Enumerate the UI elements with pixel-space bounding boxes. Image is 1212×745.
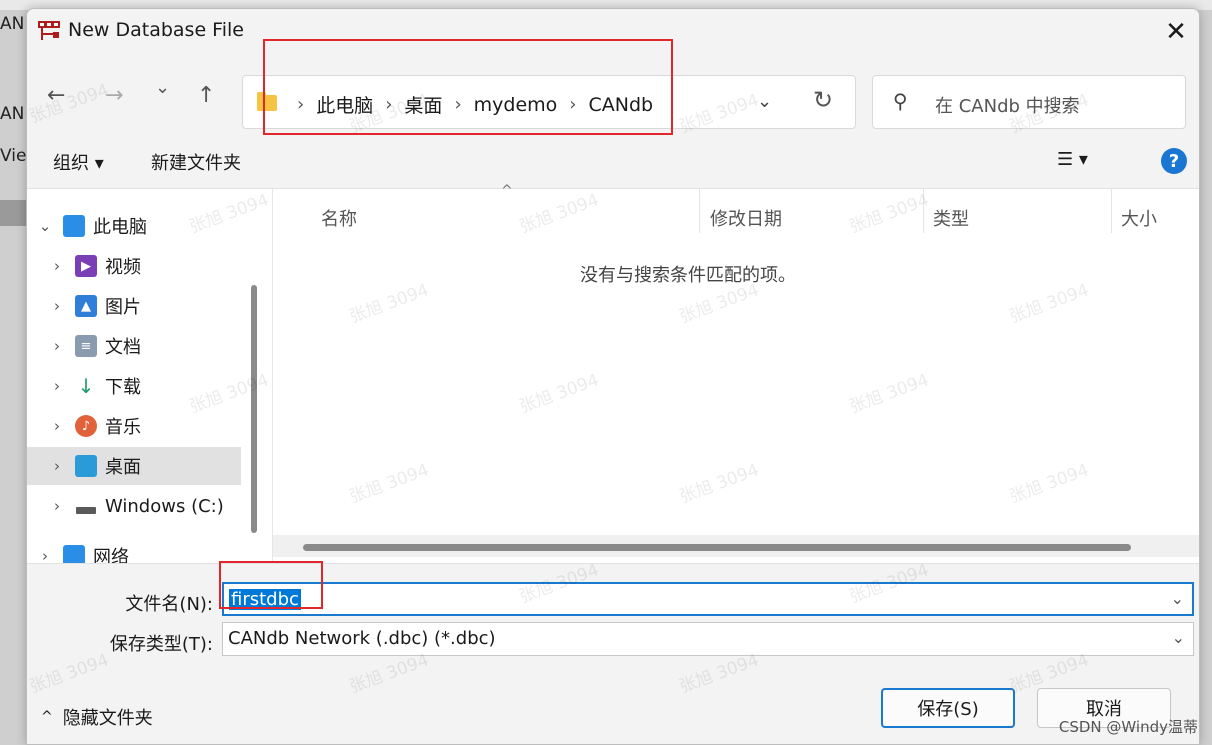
background-text: AN	[0, 14, 25, 34]
help-icon[interactable]: ?	[1161, 148, 1187, 174]
chevron-right-icon[interactable]: ›	[49, 497, 65, 515]
breadcrumb-item-desktop[interactable]: 桌面	[404, 91, 442, 118]
background-text: Vie	[0, 146, 27, 166]
dialog-title: New Database File	[68, 19, 244, 41]
address-dropdown-icon[interactable]: ⌄	[757, 91, 772, 112]
hide-folders-label: 隐藏文件夹	[62, 708, 153, 729]
file-list: ^ 名称 修改日期 类型 大小 没有与搜索条件匹配的项。	[272, 183, 1199, 563]
computer-icon	[63, 215, 85, 237]
sidebar-item-label: 文档	[105, 337, 141, 358]
breadcrumb-separator: ›	[569, 94, 577, 115]
chevron-right-icon[interactable]: ›	[49, 457, 65, 475]
filename-label: 文件名(N):	[125, 594, 213, 615]
save-button[interactable]: 保存(S)	[881, 688, 1015, 728]
column-header-name[interactable]: 名称	[321, 205, 357, 231]
drive-icon	[75, 495, 97, 517]
picture-icon: ▲	[75, 295, 97, 317]
breadcrumb-item-mydemo[interactable]: mydemo	[474, 94, 558, 116]
organize-button[interactable]: 组织 ▾	[53, 149, 104, 175]
video-icon: ▶	[75, 255, 97, 277]
chevron-right-icon[interactable]: ›	[49, 337, 65, 355]
empty-results-message: 没有与搜索条件匹配的项。	[580, 265, 796, 286]
filetype-value: CANdb Network (.dbc) (*.dbc)	[228, 628, 496, 649]
sidebar-item-label: 音乐	[105, 417, 141, 438]
sidebar-item-label: 桌面	[105, 457, 141, 478]
network-icon	[63, 545, 85, 563]
new-folder-button[interactable]: 新建文件夹	[151, 149, 241, 175]
column-header-type[interactable]: 类型	[933, 205, 969, 231]
filename-selected-text: firstdbc	[229, 589, 301, 610]
sidebar-item-label: 图片	[105, 297, 141, 318]
sidebar-item-downloads[interactable]: › ↓ 下载	[27, 367, 241, 405]
sidebar-item-pictures[interactable]: › ▲ 图片	[27, 287, 241, 325]
document-icon: ≡	[75, 335, 97, 357]
filetype-dropdown-icon[interactable]: ⌄	[1172, 628, 1185, 647]
sidebar-item-label: 下载	[105, 377, 141, 398]
search-placeholder: 在 CANdb 中搜索	[935, 96, 1080, 117]
source-credit: CSDN @Windy温蒂	[1058, 718, 1198, 736]
filename-input[interactable]: firstdbc ⌄	[222, 582, 1194, 616]
hide-folders-toggle[interactable]: ^ 隐藏文件夹	[41, 704, 153, 730]
breadcrumb-separator: ›	[297, 94, 305, 115]
close-button[interactable]: ✕	[1153, 9, 1199, 55]
column-divider[interactable]	[699, 189, 700, 233]
background-bar	[0, 200, 26, 226]
sidebar-item-label: 视频	[105, 257, 141, 278]
filetype-label: 保存类型(T):	[109, 634, 213, 655]
chevron-up-icon: ^	[41, 709, 53, 725]
recent-locations-icon[interactable]: ⌄	[155, 77, 170, 98]
chevron-right-icon[interactable]: ›	[37, 547, 53, 563]
back-arrow-icon[interactable]: ←	[47, 83, 65, 108]
filename-value[interactable]: firstdbc	[229, 589, 301, 610]
breadcrumb: › 此电脑 › 桌面 › mydemo › CANdb	[285, 91, 653, 118]
chevron-right-icon[interactable]: ›	[49, 417, 65, 435]
save-dialog: New Database File ✕ ← → ⌄ ↑ › 此电脑 › 桌面 ›…	[26, 8, 1200, 745]
desktop-icon	[75, 455, 97, 477]
sort-ascending-icon: ^	[501, 183, 513, 199]
chevron-right-icon[interactable]: ›	[49, 297, 65, 315]
breadcrumb-separator: ›	[454, 94, 462, 115]
sidebar-item-videos[interactable]: › ▶ 视频	[27, 247, 241, 285]
chevron-right-icon[interactable]: ›	[49, 377, 65, 395]
sidebar-item-drive-c[interactable]: › Windows (C:)	[27, 487, 241, 525]
sidebar-item-network[interactable]: › 网络	[27, 537, 241, 563]
sidebar-item-music[interactable]: › ♪ 音乐	[27, 407, 241, 445]
filetype-select[interactable]: CANdb Network (.dbc) (*.dbc) ⌄	[222, 622, 1194, 656]
column-divider[interactable]	[1111, 189, 1112, 233]
column-header-size[interactable]: 大小	[1121, 205, 1157, 231]
title-bar: New Database File ✕	[27, 9, 1199, 55]
address-bar[interactable]: › 此电脑 › 桌面 › mydemo › CANdb ⌄ ↻	[242, 75, 856, 129]
search-icon: ⚲	[893, 89, 908, 113]
breadcrumb-item-candb[interactable]: CANdb	[588, 94, 653, 116]
sidebar-item-label: 此电脑	[93, 217, 147, 238]
view-options-icon[interactable]: ☰ ▾	[1057, 149, 1088, 170]
search-box[interactable]: ⚲ 在 CANdb 中搜索	[872, 75, 1186, 129]
download-icon: ↓	[77, 374, 95, 398]
navigation-pane: ⌄ 此电脑 › ▶ 视频 › ▲ 图片 › ≡ 文档 › ↓ 下载 › ♪ 音乐	[27, 189, 267, 563]
background-text: AN	[0, 104, 25, 124]
folder-icon	[257, 92, 277, 111]
sidebar-item-desktop[interactable]: › 桌面	[27, 447, 241, 485]
sidebar-item-label: 网络	[93, 547, 129, 563]
candb-app-icon	[38, 21, 60, 40]
save-form: 文件名(N): firstdbc ⌄ 保存类型(T): CANdb Networ…	[27, 563, 1199, 744]
column-divider[interactable]	[923, 189, 924, 233]
column-header-date-modified[interactable]: 修改日期	[710, 205, 782, 231]
command-bar: 组织 ▾ 新建文件夹 ☰ ▾ ?	[27, 131, 1199, 189]
breadcrumb-item-this-pc[interactable]: 此电脑	[316, 91, 373, 118]
breadcrumb-separator: ›	[385, 94, 393, 115]
sidebar-item-label: Windows (C:)	[105, 495, 224, 517]
music-icon: ♪	[75, 415, 97, 437]
up-arrow-icon[interactable]: ↑	[197, 83, 215, 108]
sidebar-item-this-pc[interactable]: ⌄ 此电脑	[27, 207, 241, 245]
refresh-icon[interactable]: ↻	[813, 86, 833, 114]
sidebar-scrollbar[interactable]	[251, 285, 257, 533]
chevron-right-icon[interactable]: ›	[49, 257, 65, 275]
forward-arrow-icon[interactable]: →	[105, 83, 123, 108]
filename-dropdown-icon[interactable]: ⌄	[1171, 589, 1184, 608]
navigation-row: ← → ⌄ ↑ › 此电脑 › 桌面 › mydemo › CANdb ⌄ ↻ …	[27, 55, 1199, 131]
sidebar-item-documents[interactable]: › ≡ 文档	[27, 327, 241, 365]
horizontal-scrollbar[interactable]	[303, 544, 1131, 551]
chevron-down-icon[interactable]: ⌄	[37, 217, 53, 235]
